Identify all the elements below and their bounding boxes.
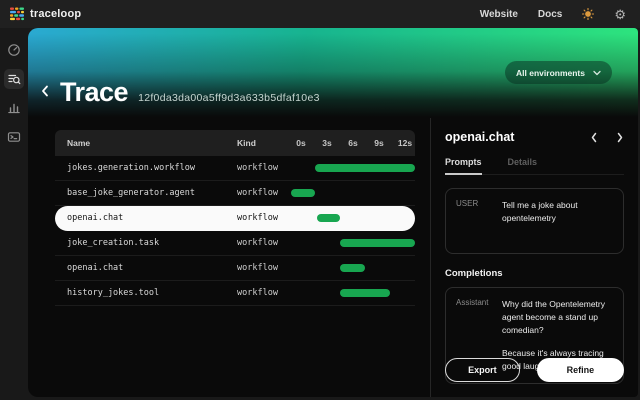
timeline-tick: 6s	[348, 138, 357, 148]
span-kind: workflow	[237, 163, 278, 173]
brand-name: traceloop	[30, 8, 81, 20]
completions-heading: Completions	[445, 268, 624, 279]
tab-details[interactable]: Details	[508, 157, 538, 174]
timeline-tick: 0s	[296, 138, 305, 148]
span-timeline-track	[285, 206, 415, 230]
prompt-message: USER Tell me a joke about opentelemetry	[445, 188, 624, 254]
span-timeline-track	[285, 256, 415, 280]
span-duration-bar	[340, 239, 415, 247]
span-name: joke_creation.task	[55, 238, 159, 248]
prompt-role-label: USER	[456, 199, 502, 243]
span-table: Name Kind 0s 3s 6s 9s 12s jokes.generation.w…	[55, 130, 415, 306]
sidebar-item-playground[interactable]	[4, 127, 24, 147]
span-duration-bar	[317, 214, 340, 222]
docs-link[interactable]: Docs	[538, 9, 562, 20]
environment-selector[interactable]: All environments	[505, 61, 612, 84]
sidebar-item-analytics[interactable]	[4, 98, 24, 118]
gear-icon[interactable]: ⚙	[614, 8, 626, 21]
span-duration-bar	[291, 189, 315, 197]
tab-prompts[interactable]: Prompts	[445, 157, 482, 175]
prompt-text: Tell me a joke about opentelemetry	[502, 199, 615, 243]
timeline-axis: 0s 3s 6s 9s 12s	[285, 130, 415, 156]
span-name: history_jokes.tool	[55, 288, 159, 298]
span-row[interactable]: openai.chat workflow	[55, 256, 415, 281]
span-kind: workflow	[237, 238, 278, 248]
span-detail-panel: openai.chat Prompts Details USER Tell me…	[430, 118, 638, 397]
top-bar: traceloop Website Docs ⚙	[0, 0, 640, 28]
sidebar-item-traces[interactable]	[4, 69, 24, 89]
span-table-pane: Name Kind 0s 3s 6s 9s 12s jokes.generation.w…	[28, 118, 430, 397]
span-row[interactable]: joke_creation.task workflow	[55, 231, 415, 256]
span-duration-bar	[340, 289, 390, 297]
span-name: openai.chat	[55, 263, 123, 273]
span-name: jokes.generation.workflow	[55, 163, 195, 173]
span-kind: workflow	[237, 263, 278, 273]
span-kind: workflow	[237, 188, 278, 198]
page-title: Trace	[60, 77, 128, 108]
timeline-tick: 12s	[398, 138, 412, 148]
back-button[interactable]	[40, 84, 50, 98]
content-panel: Trace 12f0da3da00a5ff9d3a633b5dfaf10e3 A…	[28, 28, 638, 397]
column-header-kind: Kind	[237, 138, 256, 148]
span-kind: workflow	[237, 288, 278, 298]
span-name: base_joke_generator.agent	[55, 188, 195, 198]
refine-button[interactable]: Refine	[537, 358, 624, 382]
sidebar-item-dashboard[interactable]	[4, 40, 24, 60]
span-detail-title: openai.chat	[445, 130, 514, 144]
span-table-header: Name Kind 0s 3s 6s 9s 12s	[55, 130, 415, 156]
column-header-name: Name	[55, 138, 90, 148]
span-name: openai.chat	[55, 213, 123, 223]
span-duration-bar	[340, 264, 365, 272]
span-row[interactable]: base_joke_generator.agent workflow	[55, 181, 415, 206]
trace-id: 12f0da3da00a5ff9d3a633b5dfaf10e3	[138, 92, 320, 104]
span-timeline-track	[285, 281, 415, 305]
next-span-button[interactable]	[616, 132, 624, 143]
span-duration-bar	[315, 164, 415, 172]
environment-selector-label: All environments	[516, 68, 585, 78]
trace-header: Trace 12f0da3da00a5ff9d3a633b5dfaf10e3 A…	[28, 28, 638, 118]
span-kind: workflow	[237, 213, 278, 223]
sun-icon[interactable]	[582, 8, 594, 20]
span-timeline-track	[285, 181, 415, 205]
bar-chart-icon	[7, 101, 21, 115]
span-timeline-track	[285, 156, 415, 180]
timeline-tick: 3s	[322, 138, 331, 148]
brand: traceloop	[10, 7, 81, 21]
gauge-icon	[7, 43, 21, 57]
website-link[interactable]: Website	[480, 9, 518, 20]
span-table-body: jokes.generation.workflowworkflowbase_jo…	[55, 156, 415, 306]
span-row[interactable]: jokes.generation.workflow workflow	[55, 156, 415, 181]
prev-span-button[interactable]	[590, 132, 598, 143]
span-timeline-track	[285, 231, 415, 255]
span-row[interactable]: history_jokes.tool workflow	[55, 281, 415, 306]
traceloop-logo-icon	[10, 7, 24, 21]
export-button[interactable]: Export	[445, 358, 520, 382]
span-row[interactable]: openai.chat workflow	[55, 206, 415, 231]
terminal-icon	[7, 130, 21, 144]
sidebar	[0, 28, 28, 400]
chevron-down-icon	[593, 70, 601, 76]
detail-tabs: Prompts Details	[445, 157, 624, 175]
trace-search-icon	[7, 72, 21, 86]
timeline-tick: 9s	[374, 138, 383, 148]
